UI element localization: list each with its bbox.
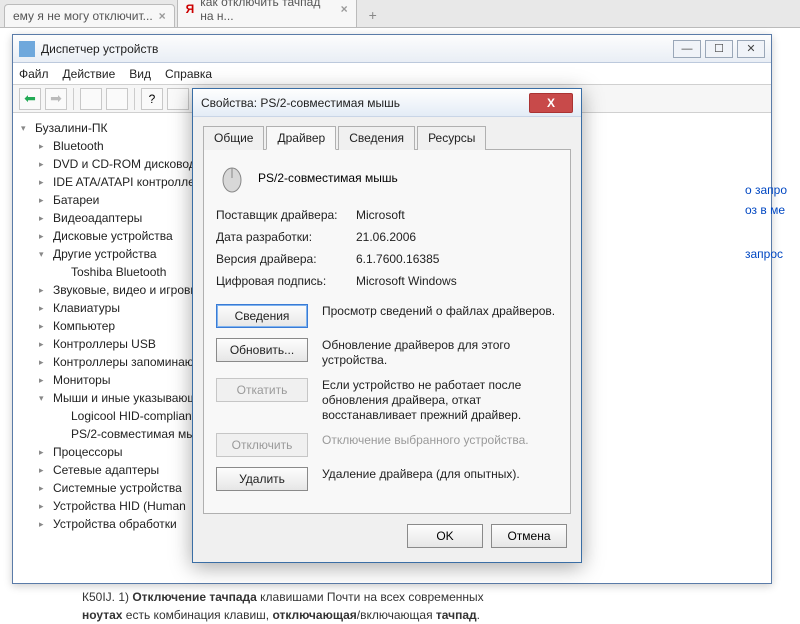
- yandex-icon: Я: [186, 2, 195, 16]
- menu-file[interactable]: Файл: [19, 67, 49, 81]
- background-text: о запро оз в ме запрос: [745, 180, 800, 264]
- cancel-button[interactable]: Отмена: [491, 524, 567, 548]
- details-button[interactable]: Сведения: [216, 304, 308, 328]
- disable-button: Отключить: [216, 433, 308, 457]
- help-button[interactable]: ?: [141, 88, 163, 110]
- browser-tabstrip: ему я не могу отключит... × Я как отключ…: [0, 0, 800, 28]
- delete-button[interactable]: Удалить: [216, 467, 308, 491]
- label: Цифровая подпись:: [216, 274, 356, 288]
- label: Поставщик драйвера:: [216, 208, 356, 222]
- minimize-button[interactable]: —: [673, 40, 701, 58]
- value: Microsoft Windows: [356, 274, 558, 288]
- separator: [134, 88, 135, 110]
- toolbar-button[interactable]: [80, 88, 102, 110]
- rollback-desc: Если устройство не работает после обновл…: [322, 378, 558, 423]
- driver-info: Поставщик драйвера:Microsoft Дата разраб…: [216, 208, 558, 288]
- disable-desc: Отключение выбранного устройства.: [322, 433, 558, 448]
- details-desc: Просмотр сведений о файлах драйверов.: [322, 304, 558, 319]
- value: 6.1.7600.16385: [356, 252, 558, 266]
- computer-icon: [19, 41, 35, 57]
- value: 21.06.2006: [356, 230, 558, 244]
- value: Microsoft: [356, 208, 558, 222]
- toolbar-button[interactable]: [106, 88, 128, 110]
- close-icon[interactable]: ×: [159, 9, 166, 23]
- tab-details[interactable]: Сведения: [338, 126, 415, 150]
- page-body-text: К50IJ. 1) Отключение тачпада клавишами П…: [82, 588, 682, 624]
- tab-title: ему я не могу отключит...: [13, 9, 153, 23]
- menu-action[interactable]: Действие: [63, 67, 116, 81]
- tab-content: PS/2-совместимая мышь Поставщик драйвера…: [203, 150, 571, 514]
- update-desc: Обновление драйверов для этого устройств…: [322, 338, 558, 368]
- tab-strip: Общие Драйвер Сведения Ресурсы: [203, 125, 571, 150]
- dialog-title: Свойства: PS/2-совместимая мышь: [201, 96, 529, 110]
- label: Дата разработки:: [216, 230, 356, 244]
- browser-tab[interactable]: Я как отключить тачпад на н... ×: [177, 0, 357, 27]
- maximize-button[interactable]: ☐: [705, 40, 733, 58]
- tab-title: как отключить тачпад на н...: [200, 0, 334, 23]
- device-name: PS/2-совместимая мышь: [258, 171, 398, 185]
- tab-resources[interactable]: Ресурсы: [417, 126, 486, 150]
- window-title: Диспетчер устройств: [41, 42, 673, 56]
- menu-view[interactable]: Вид: [129, 67, 151, 81]
- update-button[interactable]: Обновить...: [216, 338, 308, 362]
- properties-dialog: Свойства: PS/2-совместимая мышь X Общие …: [192, 88, 582, 563]
- new-tab-button[interactable]: +: [359, 3, 387, 27]
- close-icon[interactable]: ×: [341, 2, 348, 16]
- dialog-footer: OK Отмена: [203, 514, 571, 552]
- separator: [73, 88, 74, 110]
- forward-button[interactable]: ➡: [45, 88, 67, 110]
- mouse-icon: [216, 162, 248, 194]
- tab-general[interactable]: Общие: [203, 126, 264, 150]
- window-titlebar[interactable]: Диспетчер устройств — ☐ ✕: [13, 35, 771, 63]
- rollback-button: Откатить: [216, 378, 308, 402]
- back-button[interactable]: ⬅: [19, 88, 41, 110]
- menu-help[interactable]: Справка: [165, 67, 212, 81]
- label: Версия драйвера:: [216, 252, 356, 266]
- menubar: Файл Действие Вид Справка: [13, 63, 771, 85]
- close-button[interactable]: ✕: [737, 40, 765, 58]
- browser-tab[interactable]: ему я не могу отключит... ×: [4, 4, 175, 27]
- ok-button[interactable]: OK: [407, 524, 483, 548]
- toolbar-button[interactable]: [167, 88, 189, 110]
- delete-desc: Удаление драйвера (для опытных).: [322, 467, 558, 482]
- tab-driver[interactable]: Драйвер: [266, 126, 336, 150]
- dialog-titlebar[interactable]: Свойства: PS/2-совместимая мышь X: [193, 89, 581, 117]
- close-button[interactable]: X: [529, 93, 573, 113]
